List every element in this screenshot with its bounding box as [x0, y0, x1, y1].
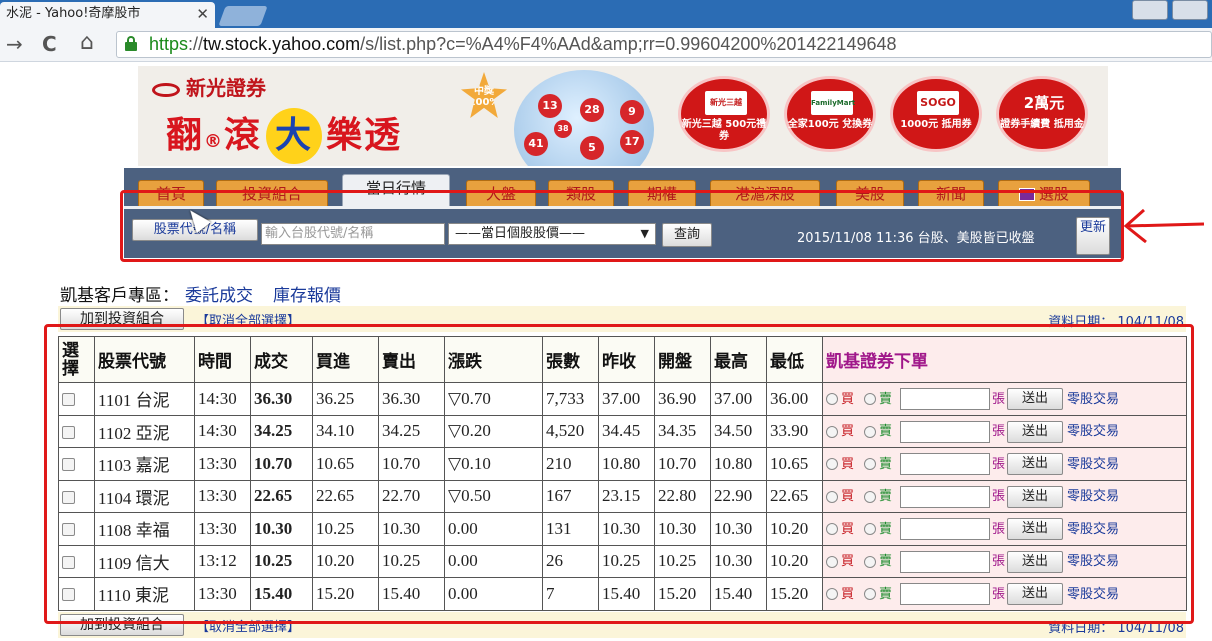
lotto-ball: 13	[538, 94, 562, 118]
promo-coupon[interactable]: 2萬元 證券手續費 抵用金	[996, 76, 1088, 152]
close-icon[interactable]: ✕	[196, 2, 209, 26]
inventory-link[interactable]: 庫存報價	[273, 286, 341, 306]
browser-tab-bar: 水泥 - Yahoo!奇摩股市 ✕	[0, 0, 1212, 28]
promo-coupon[interactable]: FamilyMart 全家100元 兌換券	[784, 76, 876, 152]
lotto-ball: 17	[620, 130, 644, 154]
annotation-box	[120, 190, 1124, 262]
url-text: https://tw.stock.yahoo.com/s/list.php?c=…	[149, 34, 897, 54]
reload-icon[interactable]: C	[42, 32, 57, 56]
forward-icon[interactable]: →	[6, 32, 23, 56]
brand-logo-icon	[152, 82, 180, 97]
orders-link[interactable]: 委託成交	[185, 286, 253, 306]
lotto-ball: 5	[580, 136, 604, 160]
promo-banner[interactable]: 新光證券 翻®滾大樂透 中獎 100% 13 28 9 38 41 5 17 新…	[138, 66, 1108, 166]
annotation-box	[44, 324, 1194, 624]
browser-tab[interactable]: 水泥 - Yahoo!奇摩股市 ✕	[0, 2, 215, 28]
new-tab-button[interactable]	[218, 6, 268, 26]
lock-icon	[125, 36, 137, 51]
annotation-arrow	[1123, 208, 1205, 244]
lotto-ball: 28	[580, 98, 604, 122]
star-badge: 中獎 100%	[461, 72, 507, 118]
client-zone-title: 凱基客戶專區： 委託成交 庫存報價	[60, 286, 341, 306]
browser-toolbar: → C ⌂ https://tw.stock.yahoo.com/s/list.…	[0, 28, 1212, 62]
promo-coupon[interactable]: 新光三越 新光三越 500元禮券	[678, 76, 770, 152]
minimize-button[interactable]	[1172, 0, 1208, 20]
brand-title: 新光證券	[152, 72, 266, 101]
promo-coupon[interactable]: SOGO 1000元 抵用券	[890, 76, 982, 152]
address-bar[interactable]: https://tw.stock.yahoo.com/s/list.php?c=…	[116, 31, 1212, 58]
banner-slogan: 翻®滾大樂透	[166, 106, 402, 164]
lotto-globe: 13 28 9 38 41 5 17	[514, 70, 654, 166]
lotto-ball: 41	[524, 132, 548, 156]
home-icon[interactable]: ⌂	[80, 30, 94, 55]
tab-title: 水泥 - Yahoo!奇摩股市	[6, 6, 141, 21]
lotto-ball: 9	[620, 100, 644, 124]
lotto-ball: 38	[554, 120, 572, 138]
user-icon[interactable]	[1132, 0, 1168, 20]
